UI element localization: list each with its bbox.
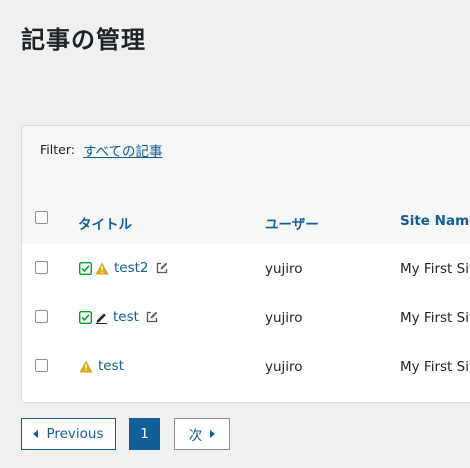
edit-icon[interactable]	[146, 311, 158, 323]
filter-all-posts-link[interactable]: すべての記事	[83, 140, 163, 160]
user-cell: yujiro	[265, 359, 303, 375]
user-cell: yujiro	[265, 310, 303, 326]
row-checkbox[interactable]	[35, 359, 48, 372]
edit-icon[interactable]	[156, 262, 168, 274]
site-name-cell: My First Site	[400, 359, 470, 375]
row-checkbox[interactable]	[35, 310, 48, 323]
table-row: test2 yujiro My First Site	[22, 244, 470, 294]
table-row: test yujiro My First Site	[22, 293, 470, 343]
column-header-site-name[interactable]: Site Name	[400, 213, 470, 229]
next-page-button[interactable]: 次	[174, 418, 230, 450]
select-all-checkbox[interactable]	[35, 211, 48, 224]
page-title: 記事の管理	[21, 26, 146, 54]
title-cell: test	[79, 357, 128, 375]
row-checkbox[interactable]	[35, 261, 48, 274]
previous-page-button[interactable]: Previous	[21, 418, 116, 450]
post-title-link[interactable]: test2	[114, 260, 149, 276]
user-cell: yujiro	[265, 261, 303, 277]
current-page-indicator: 1	[129, 418, 160, 450]
warning-icon	[79, 360, 93, 373]
site-name-cell: My First Site	[400, 261, 470, 277]
title-cell: test	[79, 308, 158, 326]
post-title-link[interactable]: test	[113, 309, 139, 325]
filter-label: Filter:	[40, 142, 75, 157]
column-header-user[interactable]: ユーザー	[265, 213, 319, 233]
posts-table-card: Filter: すべての記事 タイトル ユーザー Site Name test2…	[21, 125, 470, 403]
previous-label: Previous	[46, 426, 104, 442]
table-row: test yujiro My First Site	[22, 342, 470, 391]
approved-check-icon	[79, 261, 92, 275]
filter-bar: Filter: すべての記事	[22, 126, 470, 196]
site-name-cell: My First Site	[400, 310, 470, 326]
chevron-left-icon	[33, 430, 39, 438]
title-cell: test2	[79, 259, 168, 277]
approved-check-icon	[79, 310, 92, 324]
pencil-draft-icon	[95, 311, 108, 324]
next-label: 次	[188, 428, 203, 444]
warning-icon	[95, 262, 109, 275]
column-header-title[interactable]: タイトル	[78, 213, 132, 233]
chevron-right-icon	[210, 430, 216, 438]
table-header: タイトル ユーザー Site Name	[22, 195, 470, 245]
post-title-link[interactable]: test	[98, 358, 124, 374]
